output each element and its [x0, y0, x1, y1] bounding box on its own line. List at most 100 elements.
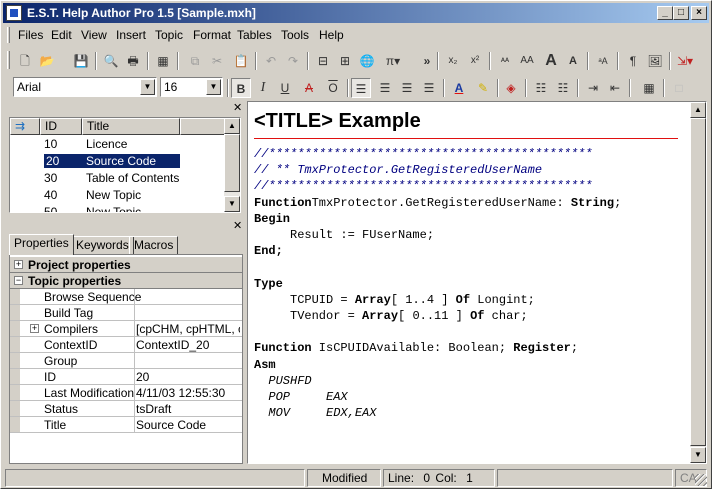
- close-button[interactable]: ×: [691, 6, 707, 20]
- collapse-icon[interactable]: −: [14, 276, 23, 285]
- outdent-icon[interactable]: ⇤: [605, 78, 625, 98]
- font-color-icon[interactable]: A: [449, 78, 469, 98]
- align-center-icon[interactable]: ☰: [375, 78, 395, 98]
- font-size-combo[interactable]: 16 ▼: [160, 77, 223, 97]
- code-line[interactable]: TCPUID = Array[ 1..4 ] Of Longint;: [254, 293, 535, 307]
- strikethrough-button[interactable]: A: [299, 78, 319, 98]
- menu-help[interactable]: Help: [319, 28, 344, 42]
- paragraph-icon[interactable]: ¶: [623, 51, 643, 71]
- close-icon[interactable]: ✕: [233, 219, 242, 232]
- maximize-button[interactable]: □: [673, 6, 689, 20]
- tab-macros[interactable]: Macros: [129, 236, 179, 254]
- property-row[interactable]: + Compilers [cpCHM, cpHTML, cp: [10, 321, 242, 337]
- superscript-icon[interactable]: x²: [465, 51, 485, 71]
- property-row[interactable]: Build Tag: [10, 305, 242, 321]
- topic-row[interactable]: 10 Licence: [10, 136, 225, 153]
- font-name-combo[interactable]: Arial ▼: [13, 77, 157, 97]
- chevron-down-icon[interactable]: ▼: [140, 79, 155, 95]
- tab-keywords[interactable]: Keywords: [71, 236, 134, 254]
- larger-font-icon[interactable]: AA: [517, 51, 537, 71]
- save-icon[interactable]: 💾: [71, 51, 91, 71]
- scroll-up-icon[interactable]: ▲: [224, 118, 240, 134]
- toolbar-overflow-icon[interactable]: »: [417, 51, 437, 71]
- find-icon[interactable]: 🔍: [101, 51, 121, 71]
- topic-row[interactable]: 50 New Topic: [10, 204, 225, 212]
- paste-icon[interactable]: 📋: [231, 51, 251, 71]
- align-right-icon[interactable]: ☰: [397, 78, 417, 98]
- new-icon[interactable]: 🗋: [15, 51, 35, 71]
- code-line[interactable]: End;: [254, 244, 283, 258]
- code-line[interactable]: //**************************************…: [254, 147, 592, 161]
- table-icon[interactable]: ▦: [153, 51, 173, 71]
- page-break-icon[interactable]: ⊟: [313, 51, 333, 71]
- bullet-list-icon[interactable]: ☷: [531, 78, 551, 98]
- scroll-thumb[interactable]: [224, 134, 240, 192]
- pi-icon[interactable]: π▾: [383, 51, 403, 71]
- scroll-up-icon[interactable]: ▲: [690, 102, 706, 118]
- smaller-font-icon[interactable]: ᴬᴬ: [495, 51, 515, 71]
- spellcheck-icon[interactable]: ᵃA: [593, 51, 613, 71]
- menu-topic[interactable]: Topic: [155, 28, 183, 42]
- property-value[interactable]: [cpCHM, cpHTML, cp: [136, 322, 240, 336]
- menu-tables[interactable]: Tables: [237, 28, 272, 42]
- menu-tools[interactable]: Tools: [281, 28, 309, 42]
- property-row[interactable]: Status tsDraft: [10, 401, 242, 417]
- shrink-font-icon[interactable]: A: [563, 51, 583, 71]
- print-icon[interactable]: 🖶: [123, 51, 143, 71]
- scroll-down-icon[interactable]: ▼: [690, 447, 706, 463]
- sort-icon[interactable]: ⇉: [10, 118, 40, 135]
- insert-table-icon[interactable]: ▦: [639, 78, 659, 98]
- code-line[interactable]: Type: [254, 277, 283, 291]
- code-line[interactable]: Begin: [254, 212, 290, 226]
- group-project-properties[interactable]: + Project properties: [10, 257, 242, 273]
- property-value[interactable]: 20: [136, 370, 240, 384]
- toolbar-grip[interactable]: [7, 51, 10, 69]
- globe-icon[interactable]: 🌐: [357, 51, 377, 71]
- undo-icon[interactable]: ↶: [261, 51, 281, 71]
- property-row[interactable]: Browse Sequence: [10, 289, 242, 305]
- underline-button[interactable]: U: [275, 78, 295, 98]
- align-left-icon[interactable]: ☰: [351, 78, 371, 98]
- overline-button[interactable]: O: [323, 78, 343, 98]
- scroll-down-icon[interactable]: ▼: [224, 196, 240, 212]
- resize-grip-icon[interactable]: [695, 474, 707, 486]
- property-value[interactable]: tsDraft: [136, 402, 240, 416]
- code-line[interactable]: // ** TmxProtector.GetRegisteredUserName: [254, 163, 542, 177]
- app-icon[interactable]: [6, 5, 22, 21]
- title-bar[interactable]: E.S.T. Help Author Pro 1.5 [Sample.mxh] …: [3, 3, 709, 23]
- property-value[interactable]: ContextID_20: [136, 338, 240, 352]
- document-heading[interactable]: <TITLE> Example: [254, 110, 421, 133]
- menubar-grip[interactable]: [7, 27, 10, 43]
- column-header-title[interactable]: Title: [82, 118, 180, 135]
- column-header-blank[interactable]: [180, 118, 225, 135]
- justify-icon[interactable]: ☰: [419, 78, 439, 98]
- scroll-thumb[interactable]: [690, 118, 706, 446]
- italic-button[interactable]: I: [253, 78, 273, 98]
- tab-properties[interactable]: Properties: [9, 234, 74, 255]
- code-line[interactable]: MOV EDX,EAX: [254, 406, 376, 420]
- column-header-id[interactable]: ID: [40, 118, 82, 135]
- expand-icon[interactable]: +: [30, 324, 39, 333]
- code-line[interactable]: TVendor = Array[ 0..11 ] Of char;: [254, 309, 528, 323]
- property-row[interactable]: ID 20: [10, 369, 242, 385]
- property-row[interactable]: Last Modification 4/11/03 12:55:30: [10, 385, 242, 401]
- subscript-icon[interactable]: x₂: [443, 51, 463, 71]
- copy-icon[interactable]: ⧉: [185, 51, 205, 71]
- topic-row[interactable]: 40 New Topic: [10, 187, 225, 204]
- code-line[interactable]: FunctionTmxProtector.GetRegisteredUserNa…: [254, 196, 621, 210]
- chevron-down-icon[interactable]: ▼: [206, 79, 221, 95]
- code-line[interactable]: //**************************************…: [254, 179, 592, 193]
- indent-icon[interactable]: ⇥: [583, 78, 603, 98]
- numbered-list-icon[interactable]: ☷: [553, 78, 573, 98]
- close-icon[interactable]: ✕: [233, 101, 242, 114]
- image-icon[interactable]: 🖼: [645, 51, 665, 71]
- menu-files[interactable]: Files: [18, 28, 43, 42]
- code-line[interactable]: Result := FUserName;: [254, 228, 434, 242]
- code-line[interactable]: PUSHFD: [254, 374, 311, 388]
- topic-list-scrollbar[interactable]: ▲ ▼: [224, 118, 240, 212]
- menu-view[interactable]: View: [81, 28, 107, 42]
- topic-row-selected[interactable]: 20 Source Code: [10, 153, 225, 170]
- topic-row[interactable]: 30 Table of Contents: [10, 170, 225, 187]
- menu-edit[interactable]: Edit: [51, 28, 72, 42]
- property-row[interactable]: ContextID ContextID_20: [10, 337, 242, 353]
